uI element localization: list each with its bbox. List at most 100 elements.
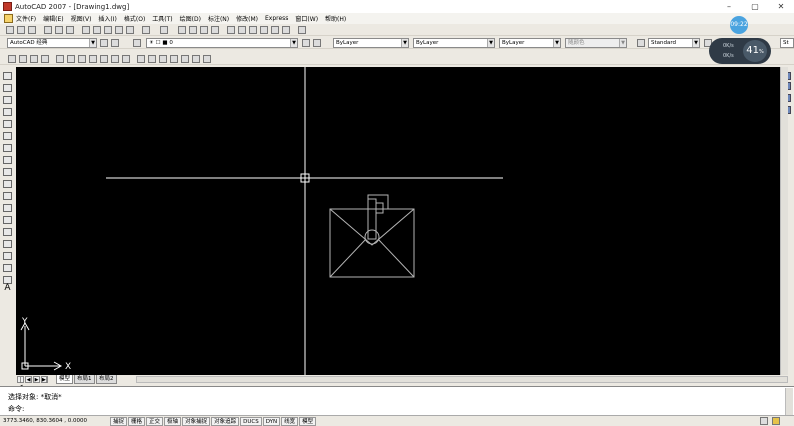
drawing-canvas[interactable]: Y X: [16, 67, 780, 375]
network-meter-widget[interactable]: 0K/s 0K/s 41%: [709, 38, 771, 64]
layer-previous-icon[interactable]: [313, 39, 321, 47]
horizontal-scrollbar[interactable]: [136, 376, 788, 383]
workspace-combo[interactable]: AutoCAD 经典 ▼: [7, 38, 97, 48]
maximize-button[interactable]: ▢: [742, 0, 768, 13]
copy-icon[interactable]: [93, 26, 101, 34]
timer-badge[interactable]: 09:22: [730, 16, 748, 34]
vertical-scrollbar[interactable]: [780, 67, 788, 375]
properties-icon[interactable]: [227, 26, 235, 34]
fillet-icon[interactable]: [170, 55, 178, 63]
multiline-text-icon[interactable]: A: [3, 284, 12, 293]
linetype-combo[interactable]: ByLayer ▼: [413, 38, 495, 48]
grid-toggle[interactable]: 栅格: [128, 416, 146, 426]
tab-layout1[interactable]: 布局1: [74, 375, 95, 384]
array-icon[interactable]: [56, 55, 64, 63]
pencil-icon[interactable]: [8, 55, 16, 63]
command-window[interactable]: 选择对象: *取消* 命令:: [0, 386, 794, 415]
block-editor-icon[interactable]: [126, 26, 134, 34]
tab-layout2[interactable]: 布局2: [96, 375, 117, 384]
region-icon[interactable]: [3, 264, 12, 272]
snap-toggle[interactable]: 捕捉: [110, 416, 128, 426]
chamfer-icon[interactable]: [159, 55, 167, 63]
join-icon[interactable]: [148, 55, 156, 63]
tab-next-button[interactable]: ▶: [33, 376, 40, 383]
tab-last-button[interactable]: ▶|: [41, 376, 48, 383]
zoom-window-icon[interactable]: [200, 26, 208, 34]
help-icon[interactable]: [298, 26, 306, 34]
tab-first-button[interactable]: |◀: [17, 376, 24, 390]
explode-icon[interactable]: [181, 55, 189, 63]
cut-icon[interactable]: [82, 26, 90, 34]
construction-line-icon[interactable]: [3, 84, 12, 92]
markup-icon[interactable]: [271, 26, 279, 34]
make-block-icon[interactable]: [3, 216, 12, 224]
arc-icon[interactable]: [3, 132, 12, 140]
rectangle-icon[interactable]: [3, 120, 12, 128]
ellipse-icon[interactable]: [3, 180, 12, 188]
otrack-toggle[interactable]: 对象追踪: [211, 416, 240, 426]
ortho-toggle[interactable]: 正交: [146, 416, 164, 426]
menu-help[interactable]: 帮助(H): [325, 14, 346, 23]
menu-window[interactable]: 窗口(W): [295, 14, 318, 23]
save-icon[interactable]: [28, 26, 36, 34]
layer-manager-icon[interactable]: [133, 39, 141, 47]
lineweight-toggle[interactable]: 线宽: [281, 416, 299, 426]
tab-prev-button[interactable]: ◀: [25, 376, 32, 383]
menu-draw[interactable]: 绘图(D): [180, 14, 201, 23]
close-button[interactable]: ✕: [768, 0, 794, 13]
lock-icon[interactable]: [772, 417, 780, 425]
workspace-settings-icon[interactable]: [100, 39, 108, 47]
polyline-edit-icon[interactable]: [41, 55, 49, 63]
sheet-set-icon[interactable]: [260, 26, 268, 34]
communication-center-icon[interactable]: [760, 417, 768, 425]
tool-palettes-icon[interactable]: [249, 26, 257, 34]
zoom-previous-icon[interactable]: [211, 26, 219, 34]
hatch-icon[interactable]: [3, 240, 12, 248]
publish-icon[interactable]: [66, 26, 74, 34]
redo-icon[interactable]: [160, 26, 168, 34]
rotate-icon[interactable]: [78, 55, 86, 63]
menu-modify[interactable]: 修改(M): [236, 14, 258, 23]
text-style-icon[interactable]: [637, 39, 645, 47]
menu-express[interactable]: Express: [265, 15, 288, 22]
ducs-toggle[interactable]: DUCS: [240, 416, 262, 426]
osnap-toggle[interactable]: 对象捕捉: [182, 416, 211, 426]
spline-icon[interactable]: [3, 168, 12, 176]
minimize-button[interactable]: –: [716, 0, 742, 13]
scale-icon[interactable]: [89, 55, 97, 63]
lineweight-combo[interactable]: ByLayer ▼: [499, 38, 561, 48]
open-icon[interactable]: [17, 26, 25, 34]
menu-view[interactable]: 视图(V): [71, 14, 92, 23]
paste-icon[interactable]: [104, 26, 112, 34]
draw-order-icon[interactable]: [19, 55, 27, 63]
dim-style-combo[interactable]: St: [780, 38, 794, 48]
circle-icon[interactable]: [3, 144, 12, 152]
plot-preview-icon[interactable]: [55, 26, 63, 34]
color-combo[interactable]: ByLayer ▼: [333, 38, 409, 48]
menu-file[interactable]: 文件(F): [16, 14, 36, 23]
mirror-icon[interactable]: [203, 55, 211, 63]
insert-block-icon[interactable]: [3, 204, 12, 212]
make-current-layer-icon[interactable]: [302, 39, 310, 47]
hatch-edit-icon[interactable]: [30, 55, 38, 63]
line-icon[interactable]: [3, 72, 12, 80]
polar-toggle[interactable]: 极轴: [164, 416, 182, 426]
document-icon[interactable]: [4, 14, 13, 23]
gradient-icon[interactable]: [3, 252, 12, 260]
undo-icon[interactable]: [142, 26, 150, 34]
layer-combo[interactable]: ☀ ☐ ■ 0 ▼: [146, 38, 298, 48]
new-icon[interactable]: [6, 26, 14, 34]
model-toggle[interactable]: 模型: [299, 416, 317, 426]
text-style-combo[interactable]: Standard ▼: [648, 38, 700, 48]
command-scrollbar[interactable]: [785, 388, 793, 415]
menu-dimension[interactable]: 标注(N): [208, 14, 229, 23]
ellipse-arc-icon[interactable]: [3, 192, 12, 200]
tab-model[interactable]: 模型: [56, 375, 74, 384]
command-prompt[interactable]: 命令:: [8, 404, 24, 414]
break-icon[interactable]: [137, 55, 145, 63]
pan-icon[interactable]: [178, 26, 186, 34]
design-center-icon[interactable]: [238, 26, 246, 34]
workspace-save-icon[interactable]: [111, 39, 119, 47]
menu-insert[interactable]: 插入(I): [98, 14, 116, 23]
plot-icon[interactable]: [44, 26, 52, 34]
